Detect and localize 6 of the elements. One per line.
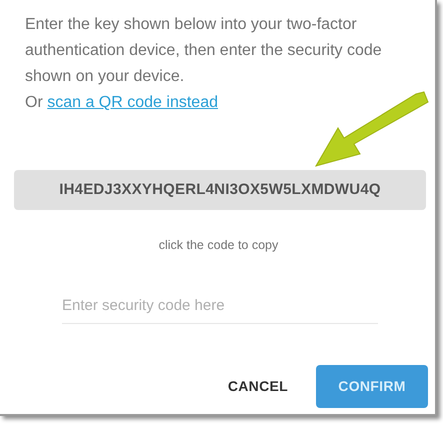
- instructions-text: Enter the key shown below into your two-factor authentication device, then enter the security code shown on your device. Or scan a QR code instead: [25, 15, 383, 113]
- copy-hint: click the code to copy: [158, 237, 280, 254]
- key-code[interactable]: IH4EDJ3XXYHQERL4NI3OX5W5LXMDWU4Q: [14, 170, 426, 210]
- security-code-field[interactable]: Enter security code here: [62, 288, 378, 324]
- cancel-button[interactable]: CANCEL: [220, 366, 296, 406]
- qr-code-link[interactable]: scan a QR code instead: [47, 94, 218, 111]
